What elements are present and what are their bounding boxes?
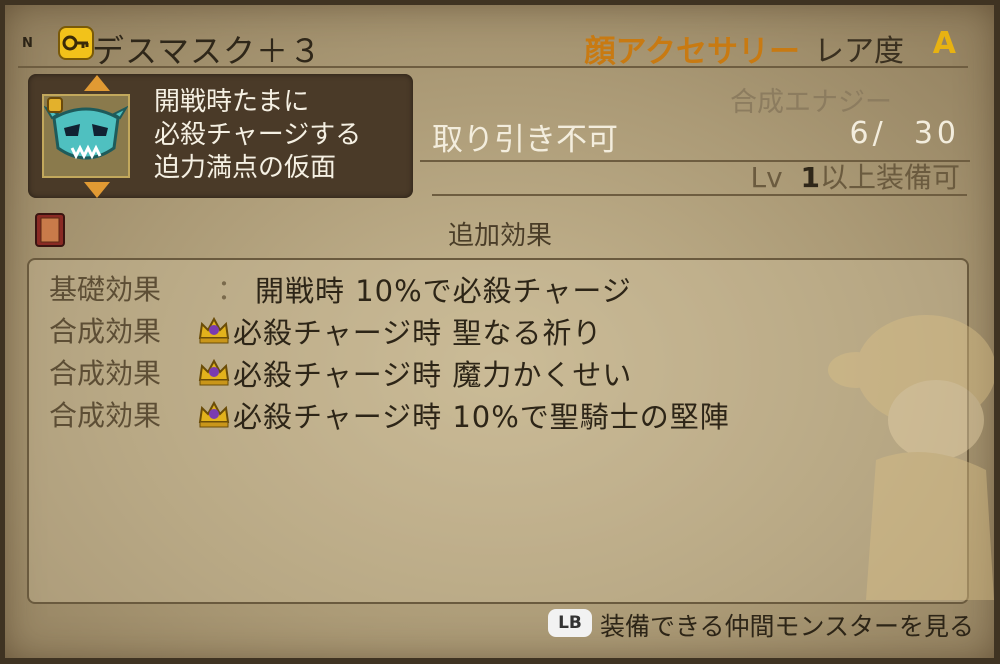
frame-edge-right xyxy=(994,0,1000,664)
rarity-label: レア度 xyxy=(814,34,904,69)
rank-mark: N xyxy=(22,36,33,51)
mask-icon xyxy=(43,97,129,160)
item-info-panel: 合成エナジー 取り引き不可 6/ 30 Lv 1以上装備可 xyxy=(420,76,970,200)
arrow-up-icon[interactable] xyxy=(84,75,110,91)
header-divider xyxy=(18,66,968,68)
key-icon xyxy=(58,26,94,60)
crown-icon xyxy=(198,358,230,386)
crown-icon xyxy=(198,400,230,428)
frame-edge-bottom xyxy=(0,658,1000,664)
effect-separator: ： xyxy=(217,273,246,306)
frame-edge-top xyxy=(0,0,1000,5)
crown-icon xyxy=(198,316,230,344)
item-header: N デスマスク＋３ 顔アクセサリー レア度 A xyxy=(18,20,978,70)
level-requirement: Lv 1以上装備可 xyxy=(751,156,960,196)
effect-text: 必殺チャージ時 聖なる祈り xyxy=(233,316,603,350)
frame-edge-left xyxy=(0,0,5,664)
monster-silhouette-icon xyxy=(828,315,994,600)
arrow-down-icon[interactable] xyxy=(84,182,110,198)
effect-text: 必殺チャージ時 10%で聖騎士の堅陣 xyxy=(233,400,730,434)
footer-hint: LB 装備できる仲間モンスターを見る xyxy=(548,607,974,641)
description-panel: 開戦時たまに 必殺チャージする 迫力満点の仮面 xyxy=(28,74,413,198)
description-line: 開戦時たまに xyxy=(154,87,310,117)
level-value: 1 xyxy=(800,161,820,194)
level-prefix: Lv xyxy=(750,161,801,194)
trade-status: 取り引き不可 xyxy=(432,122,618,158)
effect-label: 合成効果 xyxy=(49,315,162,348)
effect-text: 開戦時 10%で必殺チャージ xyxy=(255,274,632,308)
lb-button[interactable]: LB xyxy=(548,609,592,637)
item-icon-frame xyxy=(42,94,130,178)
extra-effects-title: 追加効果 xyxy=(447,221,552,251)
energy-label: 合成エナジー xyxy=(730,87,892,118)
item-description: 開戦時たまに 必殺チャージする 迫力満点の仮面 xyxy=(154,86,361,185)
description-line: 迫力満点の仮面 xyxy=(154,153,337,183)
effect-text: 必殺チャージ時 魔力かくせい xyxy=(233,358,633,392)
rarity-value: A xyxy=(932,26,956,61)
item-detail-window: N デスマスク＋３ 顔アクセサリー レア度 A 開戦時たまに 必殺チャージする … xyxy=(0,0,1000,664)
info-bottom-divider xyxy=(432,194,967,196)
item-category: 顔アクセサリー xyxy=(584,34,800,70)
view-monsters-link[interactable]: 装備できる仲間モンスターを見る xyxy=(600,607,974,643)
energy-value: 6/ 30 xyxy=(849,116,960,151)
description-line: 必殺チャージする xyxy=(154,120,362,150)
effect-label: 合成効果 xyxy=(49,357,162,390)
effect-label: 合成効果 xyxy=(49,399,162,432)
level-suffix: 以上装備可 xyxy=(819,161,960,194)
effect-label: 基礎効果 xyxy=(49,273,162,306)
